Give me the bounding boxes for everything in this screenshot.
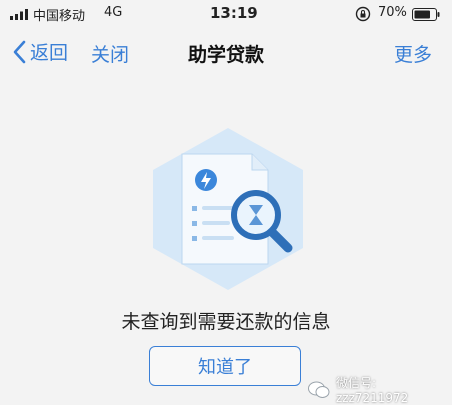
page-title: 助学贷款 — [187, 44, 264, 66]
network-type: 4G — [104, 5, 123, 20]
empty-state-message: 未查询到需要还款的信息 — [121, 311, 331, 333]
acknowledge-button[interactable]: 知道了 — [149, 346, 301, 386]
battery-percent: 70% — [378, 5, 407, 20]
status-time: 13:19 — [210, 4, 258, 22]
document-search-icon — [153, 128, 303, 290]
status-bar: 中国移动 4G 13:19 70% — [0, 0, 452, 28]
navigation-bar: 返回 关闭 助学贷款 更多 — [0, 28, 452, 76]
rotation-lock-icon — [355, 6, 371, 22]
signal-strength-icon — [10, 9, 28, 20]
battery-icon — [412, 8, 440, 21]
watermark-text: 微信号: zzz7211972 — [335, 376, 409, 405]
more-button[interactable]: 更多 — [394, 40, 432, 67]
carrier-name: 中国移动 — [33, 9, 86, 24]
wechat-icon — [308, 381, 330, 398]
watermark-badge: 微信号: zzz7211972 — [308, 374, 452, 405]
